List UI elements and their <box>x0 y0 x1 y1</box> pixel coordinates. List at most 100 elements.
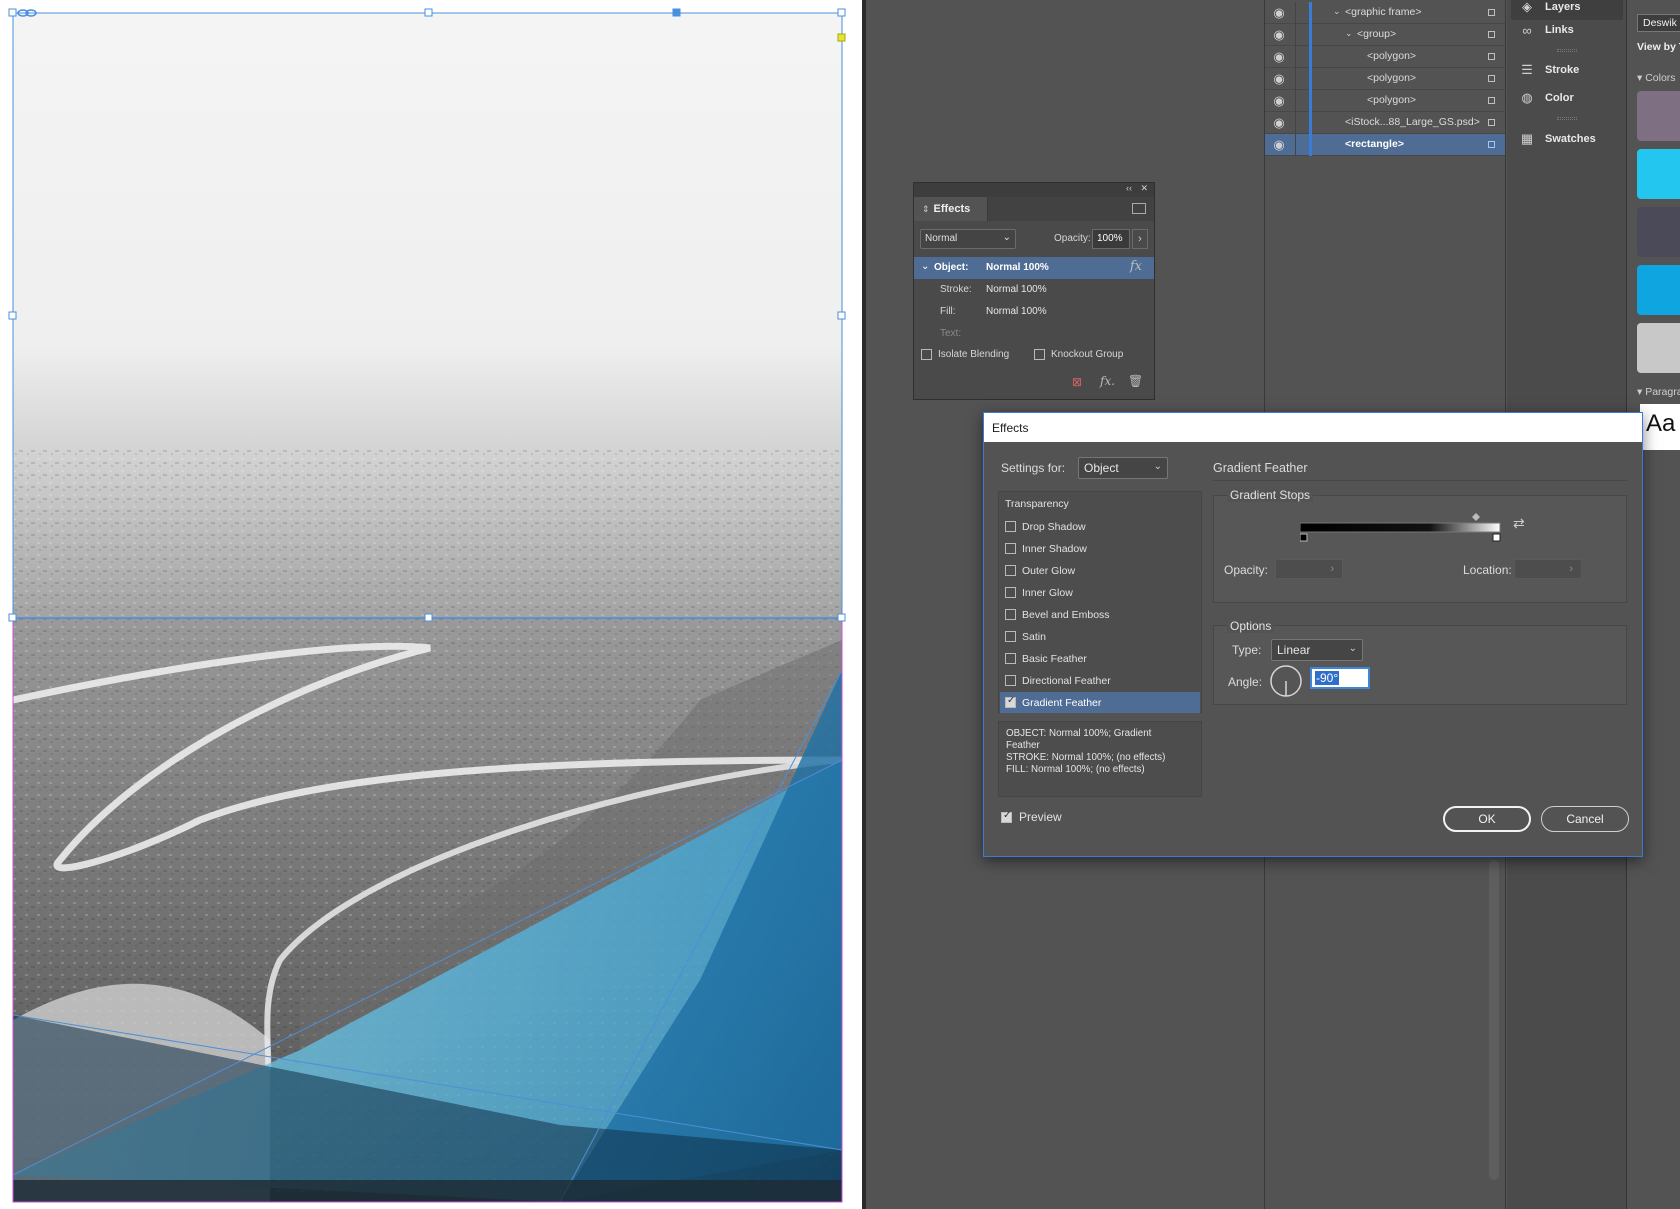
eye-icon[interactable]: ◉ <box>1271 138 1287 152</box>
chevron-right-icon[interactable]: › <box>1132 229 1148 249</box>
location-stub-input[interactable]: › <box>1514 559 1582 579</box>
trash-icon[interactable]: 🗑 <box>1128 374 1143 388</box>
layer-row[interactable]: ◉ <iStock...88_Large_GS.psd> <box>1265 112 1505 134</box>
opacity-input[interactable]: 100% <box>1092 229 1130 249</box>
tab-effects[interactable]: ⇕ Effects <box>914 197 988 221</box>
opacity-stub-input[interactable]: › <box>1275 559 1343 579</box>
layer-select-square[interactable] <box>1488 31 1495 38</box>
handle-top-right[interactable] <box>837 8 846 17</box>
close-icon[interactable]: ✕ <box>1140 183 1148 194</box>
effects-row-fill[interactable]: Fill: Normal 100% <box>914 301 1154 323</box>
layers-scrollbar[interactable] <box>1489 860 1499 1180</box>
workspace-switcher[interactable]: Deswik <box>1637 14 1680 32</box>
checkbox-box[interactable] <box>1005 609 1016 620</box>
layer-row[interactable]: ◉ <polygon> <box>1265 90 1505 112</box>
dock-grip[interactable] <box>1557 49 1577 52</box>
layer-select-square[interactable] <box>1488 9 1495 16</box>
effects-list-header[interactable]: Transparency <box>1005 498 1069 510</box>
type-select[interactable]: Linear ⌄ <box>1271 639 1363 661</box>
settings-for-select[interactable]: Object ⌄ <box>1078 457 1168 479</box>
handle-top-left[interactable] <box>8 8 17 17</box>
handle-top-anchor[interactable] <box>672 8 681 17</box>
handle-middle-left[interactable] <box>8 311 17 320</box>
color-swatch[interactable] <box>1637 265 1680 315</box>
checkbox-box[interactable] <box>1005 587 1016 598</box>
eye-icon[interactable]: ◉ <box>1271 72 1287 86</box>
corner-options-handle[interactable] <box>837 33 846 42</box>
blend-mode-select[interactable]: Normal ⌄ <box>920 229 1016 249</box>
gradient-stop-left[interactable] <box>1300 533 1308 542</box>
layer-select-square[interactable] <box>1488 141 1495 148</box>
layer-row[interactable]: ◉ ⌄ <graphic frame> <box>1265 2 1505 24</box>
layer-row[interactable]: ◉ ⌄ <group> <box>1265 24 1505 46</box>
angle-input[interactable]: -90° <box>1310 667 1370 689</box>
preview-checkbox[interactable]: Preview <box>1001 810 1062 824</box>
knockout-group-checkbox[interactable]: Knockout Group <box>1034 349 1123 360</box>
dock-item-swatches[interactable]: ▦ Swatches <box>1511 126 1623 152</box>
colors-header[interactable]: ▾ Colors <box>1637 72 1676 84</box>
layer-row[interactable]: ◉ <polygon> <box>1265 68 1505 90</box>
checkbox-box[interactable] <box>1005 653 1016 664</box>
checkbox-box[interactable] <box>1005 543 1016 554</box>
effects-row-object[interactable]: ⌄ Object: Normal 100% fx <box>914 257 1154 279</box>
color-swatch[interactable] <box>1637 149 1680 199</box>
fx-icon[interactable]: fx. <box>1100 374 1115 388</box>
checkbox-box[interactable] <box>1005 565 1016 576</box>
gradient-stop-right[interactable] <box>1492 533 1501 542</box>
cancel-button[interactable]: Cancel <box>1541 806 1629 832</box>
eye-icon[interactable]: ◉ <box>1271 94 1287 108</box>
chevron-down-icon[interactable]: ⌄ <box>1345 28 1353 39</box>
paragraph-header[interactable]: ▾ Paragra <box>1637 386 1680 398</box>
reverse-gradient-icon[interactable]: ⇄ <box>1513 515 1525 532</box>
layer-row[interactable]: ◉ <polygon> <box>1265 46 1505 68</box>
eye-icon[interactable]: ◉ <box>1271 6 1287 20</box>
checkbox-box-checked[interactable] <box>1005 695 1016 708</box>
layer-row-selected[interactable]: ◉ <rectangle> <box>1265 134 1505 156</box>
angle-dial[interactable] <box>1268 663 1304 699</box>
handle-top-middle[interactable] <box>424 8 433 17</box>
isolate-blending-checkbox[interactable]: Isolate Blending <box>921 349 1009 360</box>
gradient-ramp[interactable] <box>1300 513 1540 543</box>
color-swatch[interactable] <box>1637 207 1680 257</box>
document-canvas[interactable] <box>0 0 862 1209</box>
ok-button[interactable]: OK <box>1443 806 1531 832</box>
clear-effects-icon[interactable]: ⊠ <box>1072 375 1082 389</box>
effect-drop-shadow[interactable]: Drop Shadow <box>1000 516 1200 537</box>
chevron-down-icon[interactable]: ⌄ <box>1333 6 1341 17</box>
effect-outer-glow[interactable]: Outer Glow <box>1000 560 1200 581</box>
panel-topbar[interactable]: ‹‹ ✕ <box>914 183 1154 197</box>
handle-bottom-right[interactable] <box>837 613 846 622</box>
page-artwork[interactable] <box>0 0 862 1209</box>
paragraph-style-sample[interactable]: Aa <box>1640 404 1680 450</box>
eye-icon[interactable]: ◉ <box>1271 28 1287 42</box>
effect-inner-shadow[interactable]: Inner Shadow <box>1000 538 1200 559</box>
dock-item-links[interactable]: ∞ Links <box>1511 17 1623 43</box>
layer-select-square[interactable] <box>1488 53 1495 60</box>
fx-icon[interactable]: fx <box>1130 259 1142 274</box>
eye-icon[interactable]: ◉ <box>1271 116 1287 130</box>
handle-middle-right[interactable] <box>837 311 846 320</box>
checkbox-box[interactable] <box>1005 521 1016 532</box>
eye-icon[interactable]: ◉ <box>1271 50 1287 64</box>
dock-item-color[interactable]: ◍ Color <box>1511 85 1623 111</box>
layer-select-square[interactable] <box>1488 119 1495 126</box>
effect-gradient-feather[interactable]: Gradient Feather <box>1000 692 1200 713</box>
effect-basic-feather[interactable]: Basic Feather <box>1000 648 1200 669</box>
panel-menu-icon[interactable] <box>1132 203 1146 214</box>
checkbox-box[interactable] <box>1005 631 1016 642</box>
dock-grip[interactable] <box>1557 117 1577 120</box>
midpoint-diamond-icon[interactable] <box>1472 513 1480 521</box>
effect-bevel-emboss[interactable]: Bevel and Emboss <box>1000 604 1200 625</box>
effect-directional-feather[interactable]: Directional Feather <box>1000 670 1200 691</box>
effect-inner-glow[interactable]: Inner Glow <box>1000 582 1200 603</box>
color-swatch[interactable] <box>1637 323 1680 373</box>
effect-satin[interactable]: Satin <box>1000 626 1200 647</box>
handle-bottom-left[interactable] <box>8 613 17 622</box>
effects-row-stroke[interactable]: Stroke: Normal 100% <box>914 279 1154 301</box>
handle-bottom-middle[interactable] <box>424 613 433 622</box>
layer-select-square[interactable] <box>1488 75 1495 82</box>
layer-select-square[interactable] <box>1488 97 1495 104</box>
checkbox-box[interactable] <box>1005 675 1016 686</box>
color-swatch[interactable] <box>1637 91 1680 141</box>
dock-item-stroke[interactable]: ☰ Stroke <box>1511 57 1623 83</box>
